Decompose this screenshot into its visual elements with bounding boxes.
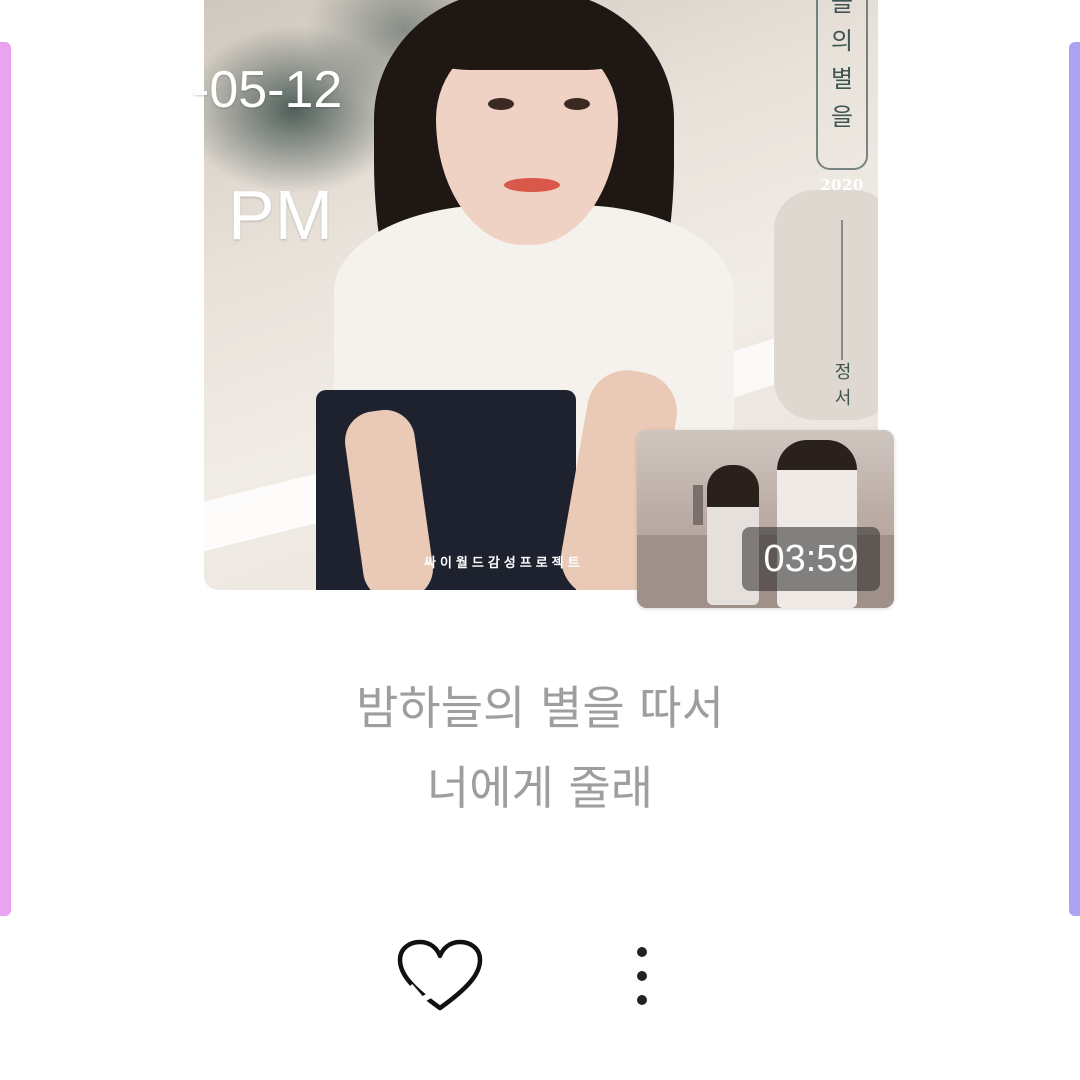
album-footer-text: 싸이월드감성프로젝트 xyxy=(424,556,584,571)
album-art-eye xyxy=(564,98,590,110)
album-art-eye xyxy=(488,98,514,110)
album-art-background-figure xyxy=(774,190,878,420)
album-title-divider xyxy=(841,220,843,360)
like-button[interactable] xyxy=(392,936,488,1016)
lyrics-line: 너에게 줄래 xyxy=(426,761,654,815)
overlay-date: -05-12 xyxy=(192,61,343,119)
more-vertical-icon xyxy=(637,947,647,1005)
heart-outline-icon xyxy=(397,939,483,1011)
video-duration-badge: 03:59 xyxy=(742,527,880,591)
album-art-bangs xyxy=(430,0,626,70)
lyrics-line: 밤하늘의 별을 따서 xyxy=(356,681,724,735)
more-options-button[interactable] xyxy=(614,936,670,1020)
album-artist-vertical: 정 서 xyxy=(834,362,852,409)
lyrics: 밤하늘의 별을 따서 너에게 줄래 xyxy=(0,668,1080,828)
album-year: 2020 xyxy=(820,176,864,194)
video-thumbnail-post xyxy=(693,485,703,525)
album-art-lips xyxy=(504,178,560,192)
album-title-vertical: 늘 의 별 을 xyxy=(816,0,868,170)
overlay-ampm: PM xyxy=(228,176,333,254)
screen: 늘 의 별 을 2020 정 서 싸이월드감성프로젝트 -05-12 PM 03… xyxy=(0,0,1080,1080)
